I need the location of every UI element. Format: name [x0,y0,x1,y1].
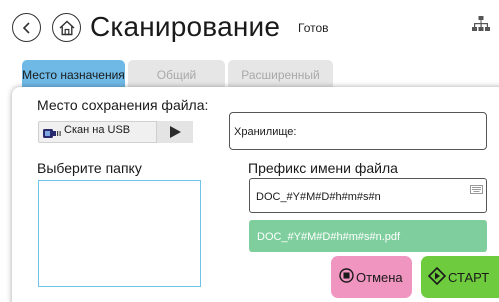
storage-label: Хранилище: [234,126,297,138]
back-arrow-icon [22,21,30,34]
save-location-label: Место сохранения файла: [37,97,209,113]
home-icon [59,20,74,35]
cancel-label: Отмена [356,270,403,285]
back-button[interactable] [12,13,41,42]
network-icon [472,16,490,37]
prefix-label: Префикс имени файла [248,160,398,176]
folder-label: Выберите папку [37,160,142,176]
tab-destination[interactable]: Место назначения [22,60,125,89]
prefix-value: DOC_#Y#M#D#h#m#s#n [256,191,381,203]
location-next-button[interactable] [156,121,193,143]
tab-advanced[interactable]: Расширенный [228,60,333,89]
play-icon [170,126,181,138]
header-bar: Сканирование Готов [0,0,499,60]
keyboard-icon[interactable] [470,181,483,199]
page-title: Сканирование [90,11,281,42]
status-text: Готов [298,21,329,35]
stop-icon [339,268,354,288]
start-label: СТАРТ [448,270,490,285]
scan-screen: Сканирование Готов Место назначения Общи… [0,0,499,302]
folder-list[interactable] [38,180,201,287]
tab-general[interactable]: Общий [128,60,225,89]
start-diamond-icon [427,266,447,290]
filename-preview-text: DOC_#Y#M#D#h#m#s#n.pdf [257,231,401,243]
usb-icon [43,126,62,144]
usb-option-label: Скан на USB [64,124,131,136]
home-button[interactable] [52,13,81,42]
